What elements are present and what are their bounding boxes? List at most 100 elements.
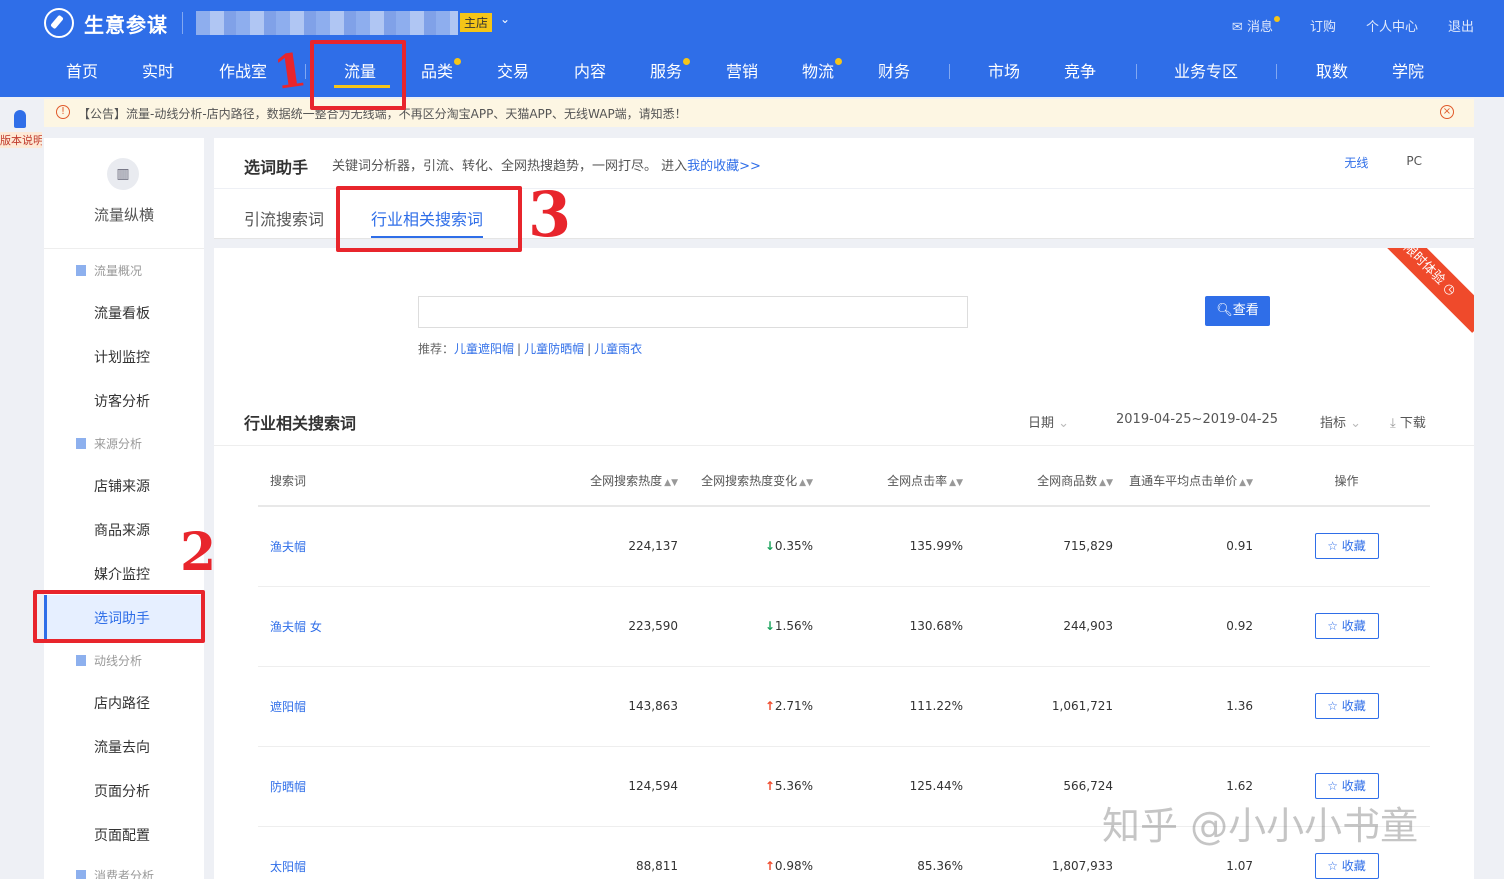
user-center-link[interactable]: 个人中心 [1366,16,1418,35]
message-link[interactable]: ✉ 消息 [1232,16,1280,35]
close-icon[interactable]: × [1440,105,1454,119]
date-range[interactable]: 2019-04-25~2019-04-25 [1116,412,1278,427]
sidebar-item-shop-source[interactable]: 店铺来源 [94,476,150,496]
sidebar-item-item-source[interactable]: 商品来源 [94,520,150,540]
nav-category[interactable]: 品类 [421,58,462,82]
platform-wireless[interactable]: 无线 [1344,154,1368,171]
sidebar-item-path[interactable]: 店内路径 [94,693,150,713]
subscribe-link[interactable]: 订购 [1310,16,1336,35]
favorite-label: 收藏 [1341,859,1366,873]
suggestion-link[interactable]: 儿童雨衣 [594,342,642,356]
suggestion-link[interactable]: 儿童防晒帽 [524,342,584,356]
nav-category-label: 品类 [421,62,454,81]
nav-realtime[interactable]: 实时 [142,58,174,82]
nav-content[interactable]: 内容 [574,58,606,82]
nav-data-fetch[interactable]: 取数 [1316,58,1348,82]
favorite-button[interactable]: ☆ 收藏 [1314,613,1379,639]
nav-academy[interactable]: 学院 [1392,58,1424,82]
nav-business-zone[interactable]: 业务专区 [1174,58,1238,82]
platform-pc[interactable]: PC [1406,154,1422,171]
sidebar-item-direction[interactable]: 流量去向 [94,737,150,757]
nav-service[interactable]: 服务 [650,58,691,82]
column-header-sortable[interactable]: 全网搜索热度 ▲▼ [458,456,678,507]
search-button[interactable]: 🔍︎查看 [1205,296,1270,326]
nav-divider [949,64,950,79]
version-notes[interactable]: 版本说明 [0,106,42,154]
star-icon: ☆ [1327,859,1338,873]
star-icon: ☆ [1327,699,1338,713]
suggestion-link[interactable]: 儿童遮阳帽 [454,342,514,356]
content-area: 限时体验 ◷ 🔍︎查看 推荐：儿童遮阳帽 | 儿童防晒帽 | 儿童雨衣 行业相关搜索词 … [214,248,1474,879]
favorite-button[interactable]: ☆ 收藏 [1314,533,1379,560]
keyword-link[interactable]: 渔夫帽 女 [270,620,322,634]
sidebar-item-plan[interactable]: 计划监控 [94,347,150,367]
arrow-up-icon: ↑ [764,779,775,793]
download-button[interactable]: ⤓ 下载 [1390,412,1426,431]
arrow-down-icon: ↓ [764,619,775,633]
ctr-cell: 111.22% [813,666,963,747]
sidebar-item-page-analysis[interactable]: 页面分析 [94,781,150,801]
column-header-sortable[interactable]: 全网搜索热度变化 ▲▼ [678,456,813,507]
notification-dot [835,58,843,65]
action-cell: ☆ 收藏 [1263,666,1430,747]
column-header-label: 全网搜索热度 [590,474,663,488]
heat-change-cell: ↓0.35% [678,506,813,587]
document-icon [76,870,86,879]
nav-marketing[interactable]: 营销 [726,58,758,82]
keyword-link[interactable]: 遮阳帽 [270,700,306,714]
nav-warroom[interactable]: 作战室 [219,58,267,82]
keyword-search-input[interactable] [418,296,968,328]
sidebar-group-label: 消费者分析 [94,869,155,879]
search-button-label: 查看 [1232,303,1259,318]
message-label: 消息 [1246,20,1273,35]
nav-finance[interactable]: 财务 [878,58,910,82]
nav-competition[interactable]: 竞争 [1064,58,1096,82]
star-icon: ☆ [1327,779,1338,793]
ctr-cell: 125.44% [813,746,963,827]
brand-name: 生意参谋 [84,13,168,37]
table-row: 渔夫帽 女 223,590 ↓1.56% 130.68% 244,903 0.92 ☆ 收藏 [258,586,1430,667]
favorite-button[interactable]: ☆ 收藏 [1314,853,1379,879]
helper-description-text: 关键词分析器，引流、转化、全网热搜趋势，一网打尽。 进入 [332,159,688,174]
search-heat-cell: 224,137 [458,506,678,587]
search-heat-cell: 88,811 [458,826,678,879]
tab-traffic-keywords[interactable]: 引流搜索词 [244,206,324,230]
nav-logistics-label: 物流 [802,62,835,81]
table-row: 遮阳帽 143,863 ↑2.71% 111.22% 1,061,721 1.36 ☆ 收藏 [258,666,1430,747]
favorite-button[interactable]: ☆ 收藏 [1314,693,1379,719]
column-header-sortable[interactable]: 全网点击率 ▲▼ [813,456,963,507]
sidebar-item-page-config[interactable]: 页面配置 [94,825,150,845]
heat-change-cell: ↑5.36% [678,746,813,827]
metric-dropdown[interactable]: 指标 ⌄ [1320,412,1361,431]
nav-market[interactable]: 市场 [988,58,1020,82]
sidebar-item-visitor[interactable]: 访客分析 [94,391,150,411]
download-label: 下载 [1399,416,1426,431]
table-header-row: 搜索词 全网搜索热度 ▲▼ 全网搜索热度变化 ▲▼ 全网点击率 ▲▼ 全网商品数 ▲▼ … [258,456,1430,507]
nav-home[interactable]: 首页 [66,58,98,82]
sidebar-item-board[interactable]: 流量看板 [94,303,150,323]
item-count-cell: 1,061,721 [963,666,1113,747]
annotation-number: 2 [180,522,217,583]
search-heat-cell: 143,863 [458,666,678,747]
keyword-cell: 太阳帽 [258,826,458,879]
keyword-link[interactable]: 防晒帽 [270,780,306,794]
keyword-cell: 防晒帽 [258,746,458,827]
keyword-link[interactable]: 渔夫帽 [270,540,306,554]
column-header-sortable[interactable]: 直通车平均点击单价 ▲▼ [1113,456,1263,507]
date-dropdown[interactable]: 日期 ⌄ [1028,412,1069,431]
keyword-link[interactable]: 太阳帽 [270,860,306,874]
chevron-down-icon[interactable]: ⌄ [500,12,510,26]
logout-link[interactable]: 退出 [1448,16,1474,35]
sidebar-item-media[interactable]: 媒介监控 [94,564,150,584]
sidebar-group-label: 流量概况 [94,264,143,278]
sidebar-group-source: 来源分析 [76,435,142,452]
search-heat-cell: 124,594 [458,746,678,827]
document-icon [76,265,86,276]
column-header-sortable[interactable]: 全网商品数 ▲▼ [963,456,1113,507]
my-favorites-link[interactable]: 我的收藏>> [687,159,761,174]
compass-logo-icon[interactable] [44,8,74,38]
item-count-cell: 715,829 [963,506,1113,587]
keyword-cell: 渔夫帽 女 [258,586,458,667]
nav-logistics[interactable]: 物流 [802,58,843,82]
nav-trade[interactable]: 交易 [497,58,529,82]
